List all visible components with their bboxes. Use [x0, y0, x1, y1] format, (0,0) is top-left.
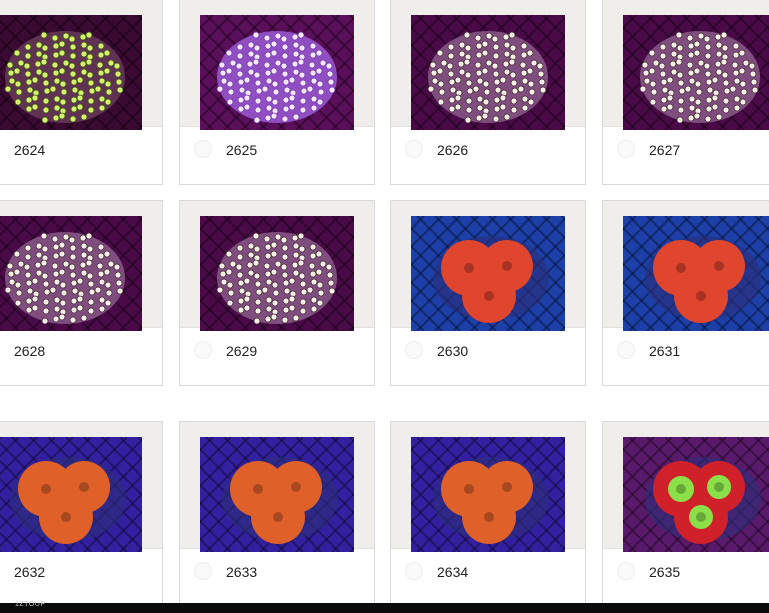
select-checkbox[interactable]	[405, 140, 423, 158]
photo-frame	[603, 0, 769, 130]
photo-frame	[603, 422, 769, 552]
product-id-label: 2633	[226, 564, 258, 580]
photo-frame	[180, 0, 374, 130]
coral-photo[interactable]	[0, 437, 142, 552]
product-card[interactable]: 2624	[0, 0, 163, 185]
product-card[interactable]: 2630	[390, 200, 586, 386]
select-checkbox[interactable]	[617, 341, 635, 359]
coral-photo[interactable]	[200, 15, 354, 130]
coral-photo[interactable]	[623, 437, 769, 552]
product-id-label: 2634	[437, 564, 469, 580]
product-card[interactable]: 2635	[602, 421, 769, 607]
select-checkbox[interactable]	[194, 562, 212, 580]
coral-photo[interactable]	[623, 15, 769, 130]
product-id-label: 2631	[649, 343, 681, 359]
product-card[interactable]: 2629	[179, 200, 375, 386]
product-card[interactable]: 2631	[602, 200, 769, 386]
select-checkbox[interactable]	[405, 562, 423, 580]
coral-photo[interactable]	[411, 216, 565, 331]
photo-frame	[603, 201, 769, 331]
product-card[interactable]: 2634	[390, 421, 586, 607]
select-checkbox[interactable]	[405, 341, 423, 359]
coral-photo[interactable]	[0, 15, 142, 130]
product-card[interactable]: 2628	[0, 200, 163, 386]
product-id-label: 2628	[14, 343, 46, 359]
select-checkbox[interactable]	[617, 562, 635, 580]
coral-photo[interactable]	[200, 437, 354, 552]
product-id-label: 2625	[226, 142, 258, 158]
footer-bar: 1ZTOUP	[0, 601, 769, 613]
coral-photo[interactable]	[411, 437, 565, 552]
photo-frame	[391, 422, 585, 552]
select-checkbox[interactable]	[194, 140, 212, 158]
product-id-label: 2635	[649, 564, 681, 580]
photo-frame	[0, 201, 162, 331]
product-card[interactable]: 2632	[0, 421, 163, 607]
product-id-label: 2626	[437, 142, 469, 158]
product-card[interactable]: 2626	[390, 0, 586, 185]
coral-photo[interactable]	[411, 15, 565, 130]
product-id-label: 2629	[226, 343, 258, 359]
select-checkbox[interactable]	[617, 140, 635, 158]
product-id-label: 2632	[14, 564, 46, 580]
photo-frame	[0, 422, 162, 552]
coral-photo[interactable]	[0, 216, 142, 331]
photo-frame	[391, 201, 585, 331]
photo-frame	[180, 201, 374, 331]
photo-frame	[180, 422, 374, 552]
product-id-label: 2630	[437, 343, 469, 359]
product-id-label: 2627	[649, 142, 681, 158]
footer-text: 1ZTOUP	[15, 601, 46, 608]
product-id-label: 2624	[14, 142, 46, 158]
product-card[interactable]: 2627	[602, 0, 769, 185]
product-card[interactable]: 2625	[179, 0, 375, 185]
photo-frame	[391, 0, 585, 130]
coral-photo[interactable]	[200, 216, 354, 331]
coral-photo[interactable]	[623, 216, 769, 331]
product-card[interactable]: 2633	[179, 421, 375, 607]
photo-frame	[0, 0, 162, 130]
select-checkbox[interactable]	[194, 341, 212, 359]
